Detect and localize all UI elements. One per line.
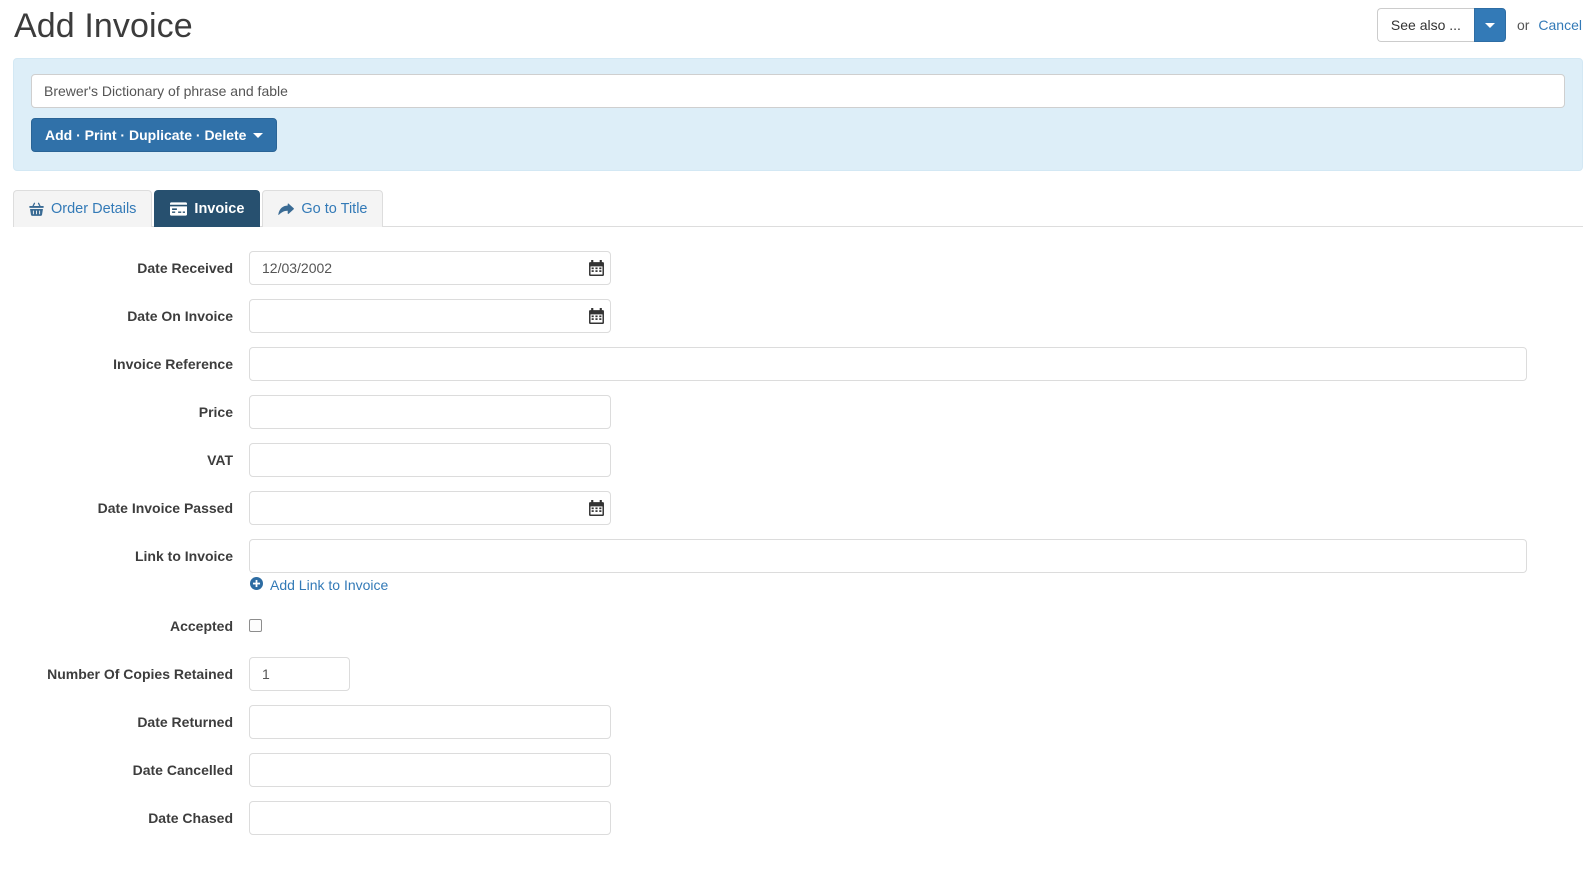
field-wrap-date-invoice-passed bbox=[249, 491, 1583, 525]
date-received-input[interactable] bbox=[249, 251, 611, 285]
vat-input[interactable] bbox=[249, 443, 611, 477]
form-row-accepted: Accepted bbox=[13, 609, 1583, 643]
tab-order-details-label: Order Details bbox=[51, 201, 137, 217]
date-on-invoice-input[interactable] bbox=[249, 299, 611, 333]
share-arrow-icon bbox=[278, 202, 295, 216]
field-wrap-date-on-invoice bbox=[249, 299, 1583, 333]
add-link-row: Add Link to Invoice bbox=[13, 577, 1583, 593]
field-wrap-date-cancelled bbox=[249, 753, 1583, 787]
accepted-checkbox[interactable] bbox=[249, 619, 262, 632]
see-also-dropdown-toggle[interactable] bbox=[1473, 8, 1506, 42]
label-accepted: Accepted bbox=[169, 618, 233, 634]
see-also-button[interactable]: See also ... bbox=[1376, 8, 1474, 42]
record-title-input[interactable] bbox=[31, 74, 1565, 108]
field-wrap-date-returned bbox=[249, 705, 1583, 739]
record-search-panel: Add · Print · Duplicate · Delete bbox=[13, 58, 1583, 171]
field-wrap-price bbox=[249, 395, 1583, 429]
caret-down-icon bbox=[253, 132, 264, 138]
tab-bar: Order Details Invoice Go to Title bbox=[13, 189, 1583, 227]
page-title: Add Invoice bbox=[14, 7, 193, 45]
see-also-button-group: See also ... bbox=[1376, 8, 1506, 42]
label-date-returned: Date Returned bbox=[137, 714, 233, 730]
shopping-basket-icon bbox=[29, 202, 44, 217]
tab-invoice-label: Invoice bbox=[194, 201, 245, 217]
add-link-to-invoice-button[interactable]: Add Link to Invoice bbox=[249, 577, 388, 593]
field-wrap-date-chased bbox=[249, 801, 1583, 835]
plus-circle-icon bbox=[250, 577, 263, 593]
label-date-received: Date Received bbox=[137, 260, 233, 276]
credit-card-icon bbox=[170, 202, 188, 216]
form-row-invoice-reference: Invoice Reference bbox=[13, 347, 1583, 381]
date-cancelled-input[interactable] bbox=[249, 753, 611, 787]
label-copies-retained: Number Of Copies Retained bbox=[47, 666, 233, 682]
invoice-reference-input[interactable] bbox=[249, 347, 1527, 381]
header-actions: See also ... or Cancel bbox=[1376, 8, 1582, 42]
field-wrap-invoice-reference bbox=[249, 347, 1583, 381]
label-price: Price bbox=[198, 404, 233, 420]
add-link-to-invoice-label: Add Link to Invoice bbox=[270, 577, 389, 593]
form-row-date-cancelled: Date Cancelled bbox=[13, 753, 1583, 787]
invoice-form: Date Received Date On Invoice bbox=[0, 227, 1596, 835]
label-vat: VAT bbox=[207, 452, 233, 468]
form-row-date-invoice-passed: Date Invoice Passed bbox=[13, 491, 1583, 525]
label-link-to-invoice: Link to Invoice bbox=[134, 548, 233, 564]
tab-invoice[interactable]: Invoice bbox=[154, 190, 261, 227]
form-row-vat: VAT bbox=[13, 443, 1583, 477]
link-to-invoice-input[interactable] bbox=[249, 539, 1527, 573]
form-row-link-to-invoice: Link to Invoice bbox=[13, 539, 1583, 573]
tab-go-to-title-label: Go to Title bbox=[301, 201, 368, 217]
label-date-chased: Date Chased bbox=[148, 810, 233, 826]
date-chased-input[interactable] bbox=[249, 801, 611, 835]
form-row-copies-retained: Number Of Copies Retained bbox=[13, 657, 1583, 691]
label-date-invoice-passed: Date Invoice Passed bbox=[97, 500, 233, 516]
label-invoice-reference: Invoice Reference bbox=[113, 356, 233, 372]
label-date-cancelled: Date Cancelled bbox=[132, 762, 233, 778]
form-row-date-returned: Date Returned bbox=[13, 705, 1583, 739]
page-header: Add Invoice See also ... or Cancel bbox=[0, 0, 1596, 58]
field-wrap-copies-retained bbox=[249, 657, 1583, 691]
date-invoice-passed-input[interactable] bbox=[249, 491, 611, 525]
form-row-date-chased: Date Chased bbox=[13, 801, 1583, 835]
caret-down-icon bbox=[1484, 22, 1495, 28]
copies-retained-input[interactable] bbox=[249, 657, 350, 691]
date-returned-input[interactable] bbox=[249, 705, 611, 739]
field-wrap-date-received bbox=[249, 251, 1583, 285]
field-wrap-link-to-invoice bbox=[249, 539, 1583, 573]
price-input[interactable] bbox=[249, 395, 611, 429]
cancel-link[interactable]: Cancel bbox=[1538, 17, 1582, 33]
record-actions-button[interactable]: Add · Print · Duplicate · Delete bbox=[31, 118, 278, 152]
label-date-on-invoice: Date On Invoice bbox=[127, 308, 233, 324]
field-wrap-vat bbox=[249, 443, 1583, 477]
field-wrap-accepted bbox=[249, 609, 1583, 632]
form-row-price: Price bbox=[13, 395, 1583, 429]
record-actions-label: Add · Print · Duplicate · Delete bbox=[45, 127, 247, 143]
tab-order-details[interactable]: Order Details bbox=[13, 190, 153, 227]
tab-go-to-title[interactable]: Go to Title bbox=[262, 190, 384, 227]
form-row-date-on-invoice: Date On Invoice bbox=[13, 299, 1583, 333]
add-link-spacer bbox=[13, 577, 249, 593]
or-label: or bbox=[1516, 17, 1530, 33]
form-row-date-received: Date Received bbox=[13, 251, 1583, 285]
